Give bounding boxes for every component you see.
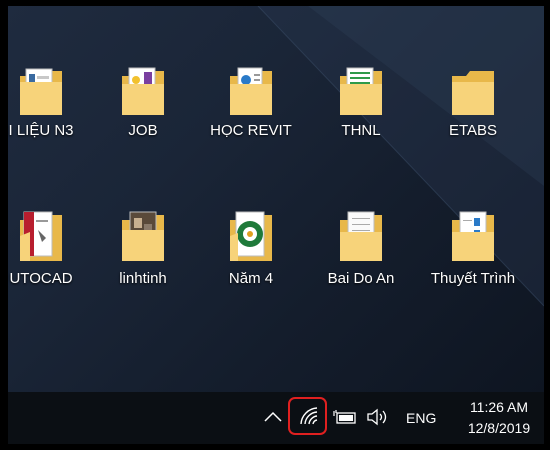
language-indicator[interactable]: ENG — [406, 410, 436, 426]
desktop-icon-label: JOB — [128, 122, 158, 139]
desktop-icon-linhtinh[interactable]: linhtinh — [88, 210, 198, 287]
desktop-icon-nam-4[interactable]: Năm 4 — [196, 210, 306, 287]
desktop-icon-label: UTOCAD — [9, 270, 73, 287]
volume-icon[interactable] — [365, 406, 389, 433]
desktop-icon-label: linhtinh — [119, 270, 167, 287]
folder-icon — [122, 67, 164, 115]
folder-icon — [20, 68, 62, 115]
desktop-icon-label: I LIỆU N3 — [8, 122, 74, 139]
desktop-icon-job[interactable]: JOB — [88, 66, 198, 139]
desktop: I LIỆU N3 JOB HỌC REVIT THNL ETABS UTOCA… — [8, 6, 544, 392]
folder-icon — [452, 211, 494, 261]
folder-icon — [230, 211, 272, 261]
battery-icon[interactable] — [333, 407, 357, 432]
desktop-icon-tai-lieu-n3[interactable]: I LIỆU N3 — [8, 66, 96, 139]
desktop-icon-bai-do-an[interactable]: Bai Do An — [306, 210, 416, 287]
screenshot-frame: I LIỆU N3 JOB HỌC REVIT THNL ETABS UTOCA… — [0, 0, 550, 450]
folder-icon — [340, 67, 382, 115]
desktop-icon-label: ETABS — [448, 122, 498, 139]
folder-icon — [452, 71, 494, 115]
desktop-icon-label: Bai Do An — [327, 270, 395, 287]
desktop-icon-thuyet-trinh[interactable]: Thuyết Trình — [418, 210, 528, 287]
clock-time[interactable]: 11:26 AM — [460, 399, 538, 415]
folder-icon — [20, 211, 62, 261]
desktop-icon-autocad[interactable]: UTOCAD — [8, 210, 96, 287]
wifi-highlight-box — [288, 397, 327, 435]
desktop-icon-etabs[interactable]: ETABS — [418, 66, 528, 139]
taskbar: ENG 11:26 AM 12/8/2019 — [8, 392, 544, 444]
desktop-icon-label: Thuyết Trình — [430, 270, 516, 287]
desktop-icon-hoc-revit[interactable]: HỌC REVIT — [196, 66, 306, 139]
folder-icon — [122, 211, 164, 261]
desktop-icon-label: Năm 4 — [228, 270, 274, 287]
folder-icon — [340, 211, 382, 261]
desktop-icon-label: THNL — [341, 122, 381, 139]
clock-date[interactable]: 12/8/2019 — [460, 420, 538, 436]
desktop-icon-thnl[interactable]: THNL — [306, 66, 416, 139]
chevron-up-icon[interactable] — [262, 406, 284, 433]
desktop-icon-label: HỌC REVIT — [210, 122, 292, 139]
folder-icon — [230, 67, 272, 115]
wallpaper-decoration — [257, 6, 544, 307]
